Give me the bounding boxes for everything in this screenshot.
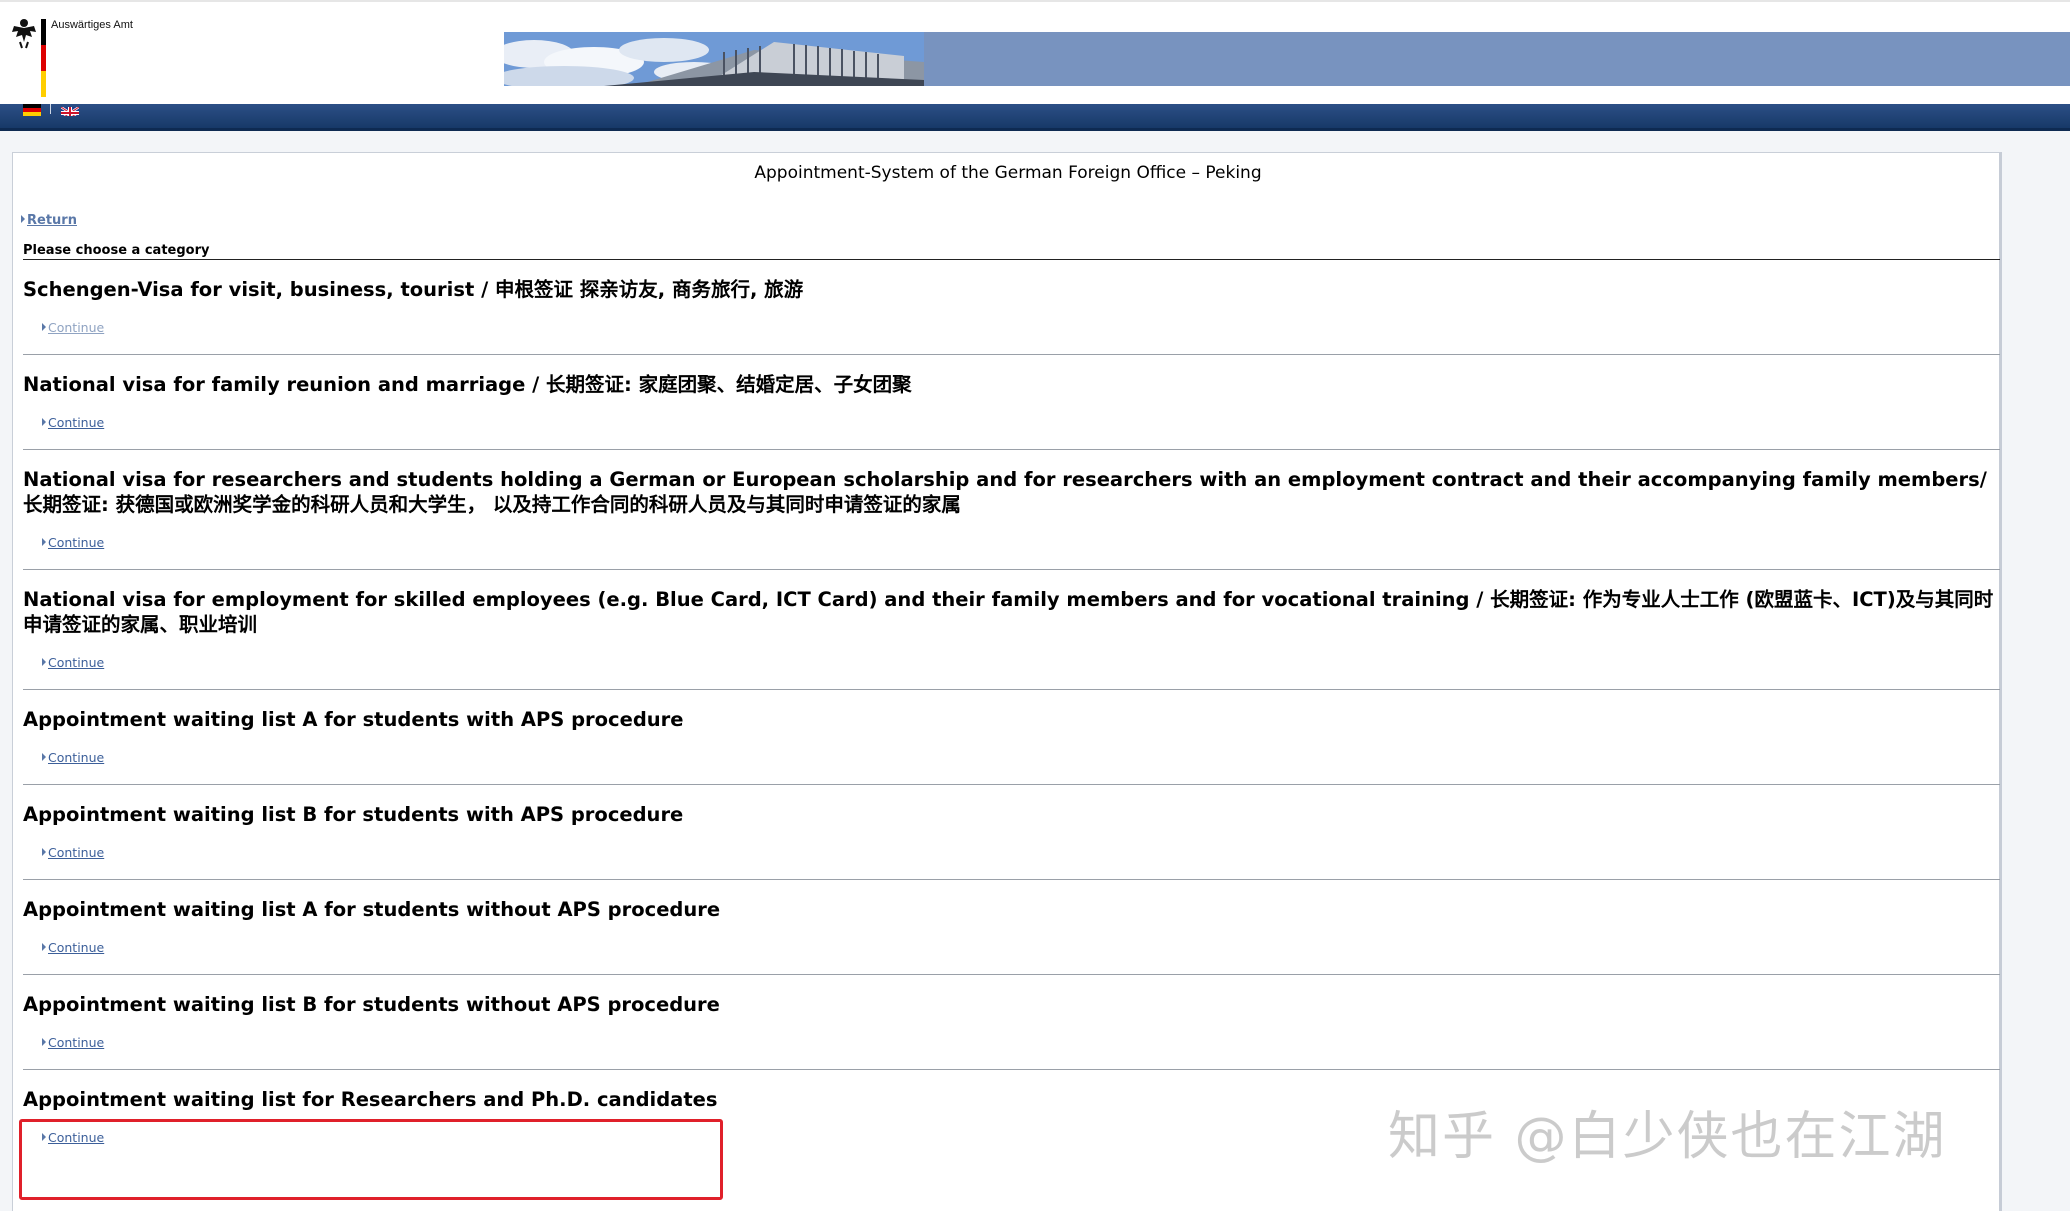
category-title: Appointment waiting list B for students …: [23, 993, 720, 1016]
category-item-waiting-list-b-without-aps: Appointment waiting list B for students …: [23, 975, 2000, 1070]
continue-link[interactable]: Continue: [42, 415, 104, 430]
arrow-right-icon: [42, 538, 46, 546]
arrow-right-icon: [42, 418, 46, 426]
arrow-right-icon: [42, 753, 46, 761]
continue-label: Continue: [48, 655, 105, 670]
category-title: Appointment waiting list A for students …: [23, 708, 684, 731]
continue-link[interactable]: Continue: [42, 750, 104, 765]
building-sky-illustration: [504, 32, 2070, 86]
arrow-right-icon: [42, 1038, 46, 1046]
category-item-researchers-students-scholarship: National visa for researchers and studen…: [23, 450, 2000, 570]
continue-label: Continue: [48, 940, 105, 955]
continue-link[interactable]: Continue: [42, 320, 104, 335]
continue-label: Continue: [48, 750, 105, 765]
continue-link[interactable]: Continue: [42, 535, 104, 550]
header-banner-image: [504, 32, 2070, 86]
continue-label: Continue: [48, 535, 105, 550]
category-title: National visa for employment for skilled…: [23, 588, 1994, 636]
content-panel: Appointment-System of the German Foreign…: [12, 152, 2002, 1211]
choose-category-heading: Please choose a category: [23, 243, 210, 258]
continue-link[interactable]: Continue: [42, 1035, 104, 1050]
arrow-right-icon: [42, 658, 46, 666]
category-title: National visa for researchers and studen…: [23, 468, 1987, 516]
category-title: Appointment waiting list B for students …: [23, 803, 684, 826]
org-name: Auswärtiges Amt: [51, 19, 133, 31]
language-english-flag-icon[interactable]: [61, 104, 79, 116]
category-item-waiting-list-a-with-aps: Appointment waiting list A for students …: [23, 690, 2000, 785]
red-highlight-box: [19, 1119, 723, 1200]
category-item-waiting-list-a-without-aps: Appointment waiting list A for students …: [23, 880, 2000, 975]
top-border: [0, 0, 2070, 2]
page-title: Appointment-System of the German Foreign…: [754, 163, 1262, 183]
arrow-right-icon: [42, 848, 46, 856]
return-link[interactable]: Return: [21, 213, 77, 228]
arrow-right-icon: [21, 215, 25, 223]
category-item-family-reunion: National visa for family reunion and mar…: [23, 355, 2000, 450]
category-item-schengen: Schengen-Visa for visit, business, touri…: [23, 260, 2000, 355]
category-item-waiting-list-b-with-aps: Appointment waiting list B for students …: [23, 785, 2000, 880]
german-flag-bar: [41, 19, 46, 97]
category-list: Schengen-Visa for visit, business, touri…: [23, 260, 2000, 1164]
continue-link[interactable]: Continue: [42, 940, 104, 955]
continue-label: Continue: [48, 320, 105, 335]
return-label: Return: [27, 213, 77, 228]
auswaertiges-amt-logo[interactable]: Auswärtiges Amt: [10, 16, 133, 97]
category-title: Schengen-Visa for visit, business, touri…: [23, 278, 804, 301]
arrow-right-icon: [42, 323, 46, 331]
language-german-flag-icon[interactable]: [23, 104, 41, 116]
arrow-right-icon: [42, 943, 46, 951]
continue-link[interactable]: Continue: [42, 845, 104, 860]
top-navigation-bar: [0, 104, 2070, 131]
zhihu-watermark: 知乎 @白少侠也在江湖: [1388, 1107, 1947, 1167]
continue-label: Continue: [48, 845, 105, 860]
continue-label: Continue: [48, 415, 105, 430]
category-title: Appointment waiting list A for students …: [23, 898, 721, 921]
category-title: National visa for family reunion and mar…: [23, 373, 912, 396]
language-separator: [50, 104, 51, 114]
continue-link[interactable]: Continue: [42, 655, 104, 670]
federal-eagle-icon: [12, 19, 36, 49]
category-item-skilled-employment: National visa for employment for skilled…: [23, 570, 2000, 690]
continue-label: Continue: [48, 1035, 105, 1050]
